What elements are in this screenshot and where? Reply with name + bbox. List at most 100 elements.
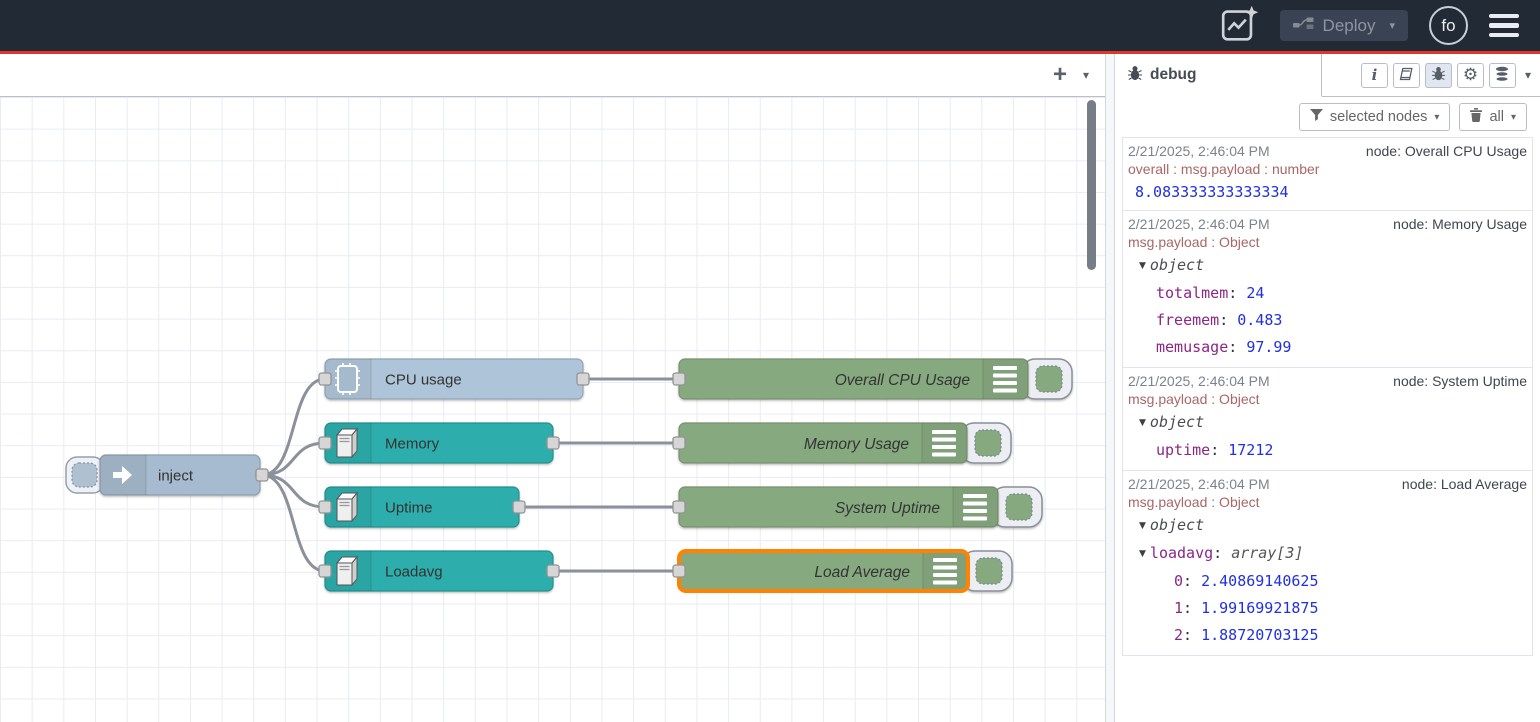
- flow-svg: inject CPU usage: [0, 97, 1105, 722]
- node-debug-overall-cpu[interactable]: Overall CPU Usage: [673, 359, 1072, 399]
- tab-debug-label: debug: [1150, 66, 1197, 84]
- sidebar-splitter[interactable]: [1105, 54, 1115, 722]
- clear-messages-button[interactable]: all ▾: [1459, 103, 1527, 131]
- property-key: uptime: [1156, 441, 1210, 459]
- help-tab-button[interactable]: [1393, 63, 1420, 88]
- node-debug-system-uptime[interactable]: System Uptime: [673, 487, 1042, 527]
- debug-message-list: 2/21/2025, 2:46:04 PM node: Overall CPU …: [1122, 137, 1533, 656]
- port-input[interactable]: [673, 501, 685, 513]
- message-path: msg.payload : Object: [1128, 233, 1527, 252]
- port-input[interactable]: [673, 437, 685, 449]
- object-label: object: [1150, 256, 1204, 274]
- message-path: overall : msg.payload : number: [1128, 160, 1527, 179]
- sidebar-tabs-caret-icon[interactable]: ▾: [1525, 68, 1531, 82]
- wires: [262, 379, 679, 571]
- port-input[interactable]: [319, 373, 331, 385]
- clear-messages-label: all: [1489, 109, 1504, 125]
- main-menu-button[interactable]: [1489, 10, 1519, 42]
- add-flow-button[interactable]: +: [1053, 63, 1067, 87]
- deploy-icon: [1293, 16, 1314, 36]
- node-debug-memory-usage[interactable]: Memory Usage: [673, 423, 1011, 463]
- collapse-caret-icon[interactable]: ▼: [1139, 521, 1146, 531]
- node-memory[interactable]: Memory: [319, 423, 559, 463]
- debug-filter-bar: selected nodes ▾ all ▾: [1115, 97, 1540, 137]
- port-output[interactable]: [513, 501, 525, 513]
- port-output[interactable]: [256, 469, 268, 481]
- caret-down-icon: ▾: [1511, 112, 1516, 123]
- filter-nodes-button[interactable]: selected nodes ▾: [1299, 103, 1451, 131]
- port-output[interactable]: [547, 565, 559, 577]
- sidebar-toolbar: i: [1361, 54, 1540, 96]
- node-label: Overall CPU Usage: [835, 372, 971, 389]
- node-red-app: Deploy ▾ fo + ▾: [0, 0, 1540, 722]
- info-tab-button[interactable]: i: [1361, 63, 1388, 88]
- gear-icon: ⚙: [1463, 65, 1478, 85]
- deploy-caret-icon[interactable]: ▾: [1389, 19, 1395, 32]
- message-source-node[interactable]: node: Load Average: [1402, 476, 1527, 492]
- node-label: Memory: [385, 436, 440, 453]
- node-label: Load Average: [814, 564, 910, 581]
- collapse-caret-icon[interactable]: ▼: [1139, 549, 1146, 559]
- node-label: inject: [158, 468, 194, 485]
- wire-inject-memory[interactable]: [262, 443, 325, 475]
- computer-tower-icon: [337, 557, 357, 585]
- node-loadavg[interactable]: Loadavg: [319, 551, 559, 591]
- flow-list-caret-icon[interactable]: ▾: [1083, 68, 1089, 82]
- message-timestamp: 2/21/2025, 2:46:04 PM: [1128, 143, 1270, 159]
- message-source-node[interactable]: node: Overall CPU Usage: [1366, 143, 1527, 159]
- funnel-icon: [1310, 109, 1323, 125]
- property-value: 97.99: [1246, 338, 1291, 356]
- user-avatar[interactable]: fo: [1429, 6, 1468, 45]
- port-output[interactable]: [577, 373, 589, 385]
- array-type-label: array[3]: [1231, 544, 1303, 562]
- node-debug-load-average[interactable]: Load Average: [673, 551, 1012, 591]
- port-input[interactable]: [673, 565, 685, 577]
- message-value: 8.083333333333334: [1128, 179, 1527, 204]
- node-label: Loadavg: [385, 564, 443, 581]
- message-timestamp: 2/21/2025, 2:46:04 PM: [1128, 476, 1270, 492]
- node-label: CPU usage: [385, 372, 462, 389]
- array-index: 1: [1174, 599, 1183, 617]
- port-input[interactable]: [319, 437, 331, 449]
- node-inject[interactable]: inject: [66, 455, 268, 495]
- port-input[interactable]: [319, 501, 331, 513]
- wire-inject-uptime[interactable]: [262, 475, 325, 507]
- array-index: 2: [1174, 626, 1183, 644]
- deploy-button[interactable]: Deploy ▾: [1280, 10, 1408, 41]
- node-cpu-usage[interactable]: CPU usage: [319, 359, 589, 399]
- tab-debug[interactable]: debug: [1115, 54, 1322, 97]
- node-label: Memory Usage: [804, 436, 909, 453]
- property-key: freemem: [1156, 311, 1219, 329]
- assistant-button[interactable]: [1221, 5, 1259, 46]
- flow-canvas[interactable]: inject CPU usage: [0, 97, 1105, 722]
- bug-icon: [1431, 66, 1446, 84]
- port-output[interactable]: [547, 437, 559, 449]
- property-key: totalmem: [1156, 284, 1228, 302]
- canvas-vertical-scrollbar[interactable]: [1087, 100, 1096, 270]
- info-icon: i: [1372, 66, 1378, 84]
- config-nodes-button[interactable]: ⚙: [1457, 63, 1484, 88]
- array-index: 0: [1174, 572, 1183, 590]
- message-source-node[interactable]: node: System Uptime: [1393, 373, 1527, 389]
- main-header: Deploy ▾ fo: [0, 0, 1540, 51]
- port-input[interactable]: [319, 565, 331, 577]
- node-uptime[interactable]: Uptime: [319, 487, 525, 527]
- message-timestamp: 2/21/2025, 2:46:04 PM: [1128, 216, 1270, 232]
- caret-down-icon: ▾: [1434, 112, 1439, 123]
- filter-nodes-label: selected nodes: [1330, 109, 1428, 125]
- context-data-button[interactable]: [1489, 63, 1516, 88]
- trash-icon: [1470, 108, 1482, 126]
- property-value: 0.483: [1237, 311, 1282, 329]
- collapse-caret-icon[interactable]: ▼: [1139, 418, 1146, 428]
- bug-icon: [1127, 65, 1143, 86]
- property-value: 24: [1246, 284, 1264, 302]
- object-label: object: [1150, 516, 1204, 534]
- message-source-node[interactable]: node: Memory Usage: [1393, 216, 1527, 232]
- port-input[interactable]: [673, 373, 685, 385]
- computer-tower-icon: [337, 493, 357, 521]
- property-key: memusage: [1156, 338, 1228, 356]
- database-icon: [1494, 66, 1510, 85]
- book-icon: [1398, 67, 1414, 84]
- debug-tab-button[interactable]: [1425, 63, 1452, 88]
- collapse-caret-icon[interactable]: ▼: [1139, 261, 1146, 271]
